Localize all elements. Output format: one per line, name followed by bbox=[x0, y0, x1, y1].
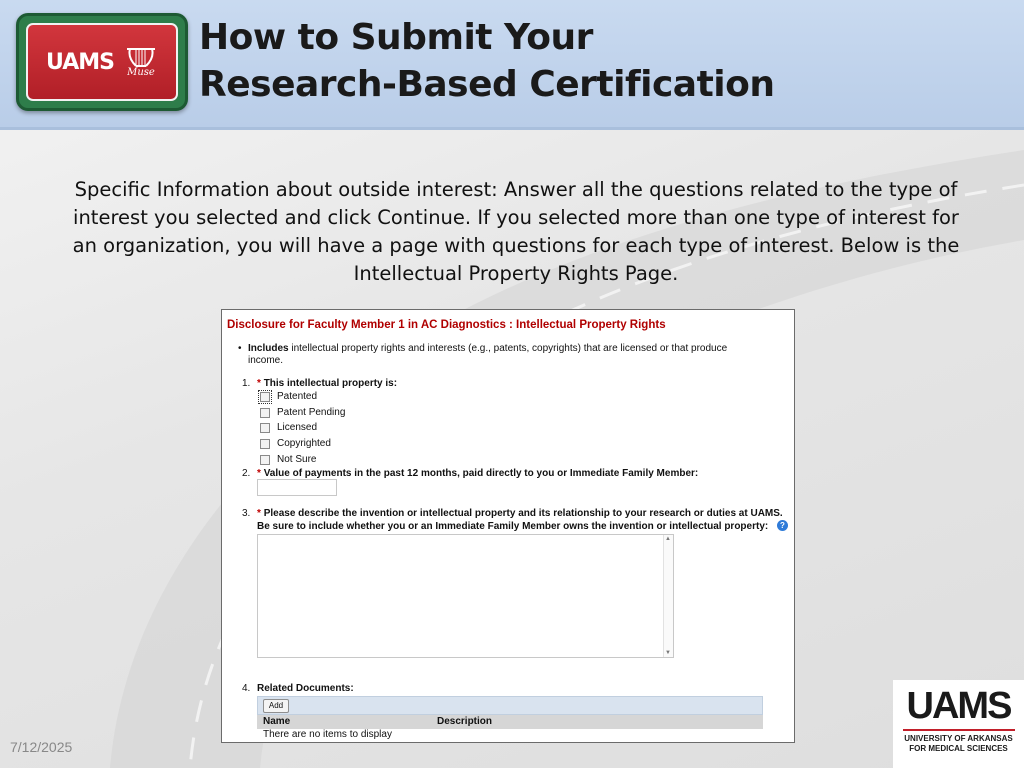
option-not-sure[interactable]: Not Sure bbox=[260, 454, 316, 465]
scroll-down-arrow-icon[interactable]: ▼ bbox=[665, 650, 671, 656]
required-mark: * bbox=[257, 508, 261, 519]
includes-note: • Includes intellectual property rights … bbox=[238, 343, 778, 367]
intro-paragraph: Specific Information about outside inter… bbox=[40, 176, 992, 288]
intro-line-4: Intellectual Property Rights Page. bbox=[353, 262, 679, 285]
checkbox-copyrighted[interactable] bbox=[260, 438, 270, 449]
question-3-text-line-1: Please describe the invention or intelle… bbox=[263, 508, 783, 519]
documents-empty-message: There are no items to display bbox=[263, 729, 392, 740]
option-label: Copyrighted bbox=[277, 438, 331, 449]
bullet-dot: • bbox=[238, 343, 242, 354]
corner-logo-rule bbox=[902, 729, 1015, 731]
includes-text: intellectual property rights and interes… bbox=[288, 343, 728, 354]
add-document-button[interactable]: Add bbox=[263, 699, 289, 713]
scroll-up-arrow-icon[interactable]: ▲ bbox=[665, 536, 671, 542]
documents-toolbar: Add bbox=[257, 696, 763, 715]
includes-bold: Includes bbox=[248, 343, 289, 354]
intro-line-3: an organization, you will have a page wi… bbox=[72, 234, 960, 257]
column-header-description[interactable]: Description bbox=[437, 716, 492, 727]
header-band: UAMS Muse How to Submit Your Research-Ba… bbox=[0, 0, 1024, 130]
title-line-2: Research-Based Certification bbox=[199, 64, 775, 105]
logo-plate: UAMS Muse bbox=[26, 23, 178, 101]
disclosure-form-screenshot: Disclosure for Faculty Member 1 in AC Di… bbox=[221, 309, 795, 743]
checkbox-patent-pending[interactable] bbox=[260, 407, 270, 418]
checkbox-not-sure[interactable] bbox=[260, 454, 270, 465]
question-1-text: This intellectual property is: bbox=[263, 378, 398, 389]
question-1-number: 1. bbox=[242, 378, 251, 389]
uams-corner-logo: UAMS UNIVERSITY OF ARKANSAS FOR MEDICAL … bbox=[893, 680, 1024, 768]
textarea-scrollbar[interactable]: ▲ ▼ bbox=[663, 535, 673, 657]
uams-muse-logo: UAMS Muse bbox=[16, 13, 188, 111]
question-4-text: Related Documents: bbox=[257, 683, 354, 694]
option-label: Licensed bbox=[277, 422, 318, 433]
intro-line-2: interest you selected and click Continue… bbox=[73, 206, 959, 229]
page-title: How to Submit Your Research-Based Certif… bbox=[199, 14, 775, 108]
question-3-number: 3. bbox=[242, 508, 251, 519]
question-2-text: Value of payments in the past 12 months,… bbox=[263, 468, 699, 479]
title-line-1: How to Submit Your bbox=[199, 17, 593, 58]
muse-mark: Muse bbox=[124, 46, 158, 78]
question-4-number: 4. bbox=[242, 683, 251, 694]
required-mark: * bbox=[257, 378, 261, 389]
corner-logo-text: UAMS bbox=[906, 685, 1013, 727]
form-title: Disclosure for Faculty Member 1 in AC Di… bbox=[227, 319, 666, 331]
intro-line-1: Specific Information about outside inter… bbox=[74, 178, 958, 201]
checkbox-licensed[interactable] bbox=[260, 422, 270, 433]
corner-logo-subtitle: UNIVERSITY OF ARKANSAS FOR MEDICAL SCIEN… bbox=[904, 734, 1012, 754]
option-patented[interactable]: Patented bbox=[258, 389, 318, 404]
corner-sub-line-2: FOR MEDICAL SCIENCES bbox=[909, 744, 1008, 753]
column-header-name[interactable]: Name bbox=[263, 716, 290, 727]
option-patent-pending[interactable]: Patent Pending bbox=[260, 407, 345, 418]
help-icon[interactable]: ? bbox=[777, 520, 788, 531]
required-mark: * bbox=[257, 468, 261, 479]
logo-mark-text: Muse bbox=[127, 67, 155, 78]
question-3-text-line-2: Be sure to include whether you or an Imm… bbox=[257, 521, 769, 532]
question-2-number: 2. bbox=[242, 468, 251, 479]
logo-text: UAMS bbox=[46, 49, 115, 75]
option-label: Patent Pending bbox=[277, 407, 346, 418]
description-textarea[interactable]: ▲ ▼ bbox=[257, 534, 674, 658]
documents-table-header: Name Description bbox=[257, 715, 763, 729]
slide-date: 7/12/2025 bbox=[10, 739, 73, 755]
option-label: Patented bbox=[277, 391, 318, 402]
checkbox-patented[interactable] bbox=[258, 389, 272, 404]
option-copyrighted[interactable]: Copyrighted bbox=[260, 438, 331, 449]
includes-text-line-2: income. bbox=[248, 355, 284, 366]
option-label: Not Sure bbox=[277, 454, 317, 465]
option-licensed[interactable]: Licensed bbox=[260, 422, 317, 433]
payment-value-input[interactable] bbox=[257, 479, 337, 496]
corner-sub-line-1: UNIVERSITY OF ARKANSAS bbox=[904, 734, 1013, 743]
